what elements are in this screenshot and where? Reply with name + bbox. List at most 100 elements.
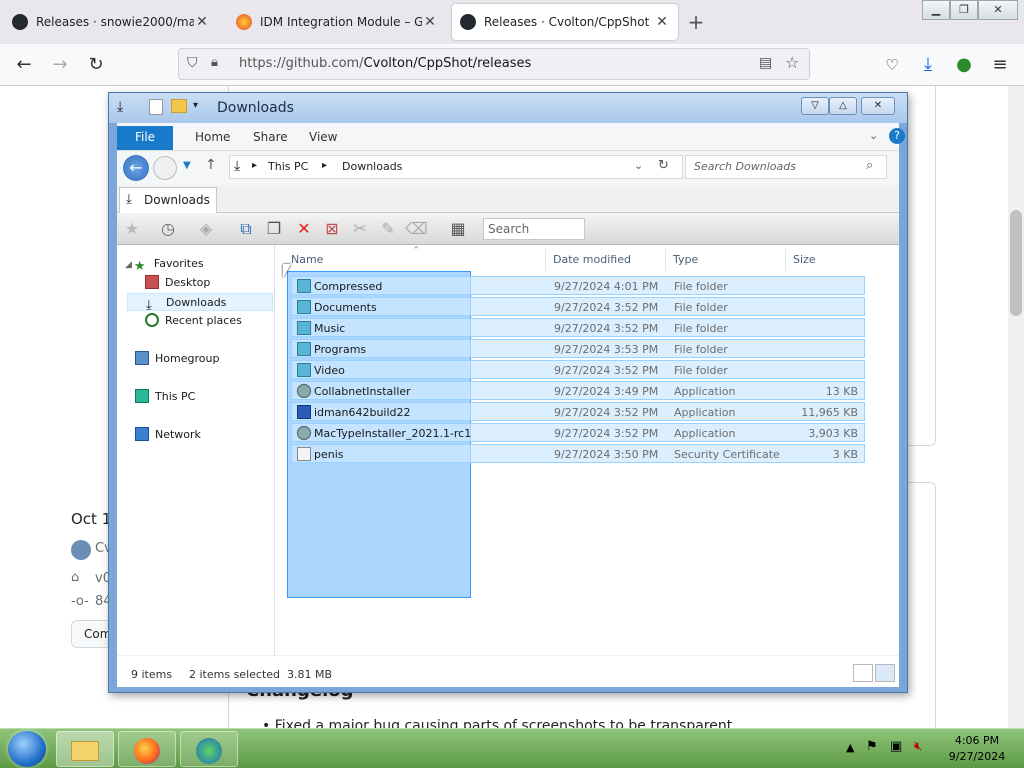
minimize-button[interactable]: ▁ bbox=[922, 0, 950, 20]
close-button[interactable]: ✕ bbox=[861, 97, 895, 115]
address-bar[interactable]: ⤓ ▸ This PC ▸ Downloads ⌄ ↻ bbox=[229, 155, 683, 179]
column-divider[interactable] bbox=[665, 249, 666, 271]
avatar[interactable] bbox=[71, 540, 91, 560]
maximize-button[interactable]: ❐ bbox=[950, 0, 978, 20]
lock-icon[interactable]: 🔒︎ bbox=[211, 55, 218, 70]
network-tray-icon[interactable]: ▣ bbox=[890, 739, 902, 779]
close-button[interactable]: ✕ bbox=[978, 0, 1018, 20]
explorer-title-bar[interactable]: ⤓ ▾ Downloads ▽ △ ✕ bbox=[109, 93, 907, 123]
file-row[interactable]: Documents 9/27/2024 3:52 PM File folder bbox=[291, 297, 865, 316]
search-box[interactable]: Search Downloads ⌕ bbox=[685, 155, 887, 179]
properties-icon[interactable] bbox=[149, 99, 163, 115]
file-row[interactable]: idman642build22 9/27/2024 3:52 PM Applicat… bbox=[291, 402, 865, 421]
volume-muted-icon[interactable]: 🔇︎ bbox=[914, 739, 922, 779]
copy-to-icon[interactable]: ⧉ bbox=[235, 219, 257, 239]
cut-icon[interactable]: ✂ bbox=[349, 219, 371, 239]
star-icon[interactable]: ★ bbox=[121, 219, 143, 239]
delete-permanently-icon[interactable]: ⊠ bbox=[321, 219, 343, 239]
chevron-down-icon[interactable]: ▾ bbox=[193, 100, 198, 111]
clock[interactable]: 4:06 PM 9/27/2024 bbox=[940, 733, 1014, 765]
column-size[interactable]: Size bbox=[793, 253, 816, 266]
chevron-down-icon[interactable]: ⌄ bbox=[869, 129, 878, 142]
toolbar-search-input[interactable]: Search bbox=[483, 218, 585, 240]
back-icon[interactable]: ← bbox=[10, 52, 38, 78]
browser-tab-idm[interactable]: IDM Integration Module – Get this Extens… bbox=[228, 4, 446, 40]
browser-tab-mactype[interactable]: Releases · snowie2000/mactype ✕ bbox=[4, 4, 218, 40]
taskbar-explorer[interactable] bbox=[56, 731, 114, 767]
reader-view-icon[interactable]: ▤ bbox=[759, 55, 772, 71]
details-view-icon[interactable] bbox=[853, 664, 873, 682]
download-icon[interactable]: ⤓ bbox=[914, 52, 942, 78]
nav-network[interactable]: Network bbox=[135, 426, 273, 444]
forward-icon[interactable] bbox=[153, 156, 177, 180]
close-tab-icon[interactable]: ✕ bbox=[654, 14, 670, 30]
new-folder-icon[interactable] bbox=[171, 99, 187, 113]
view-options-icon[interactable]: ▦ bbox=[447, 219, 469, 239]
tab-share[interactable]: Share bbox=[245, 126, 296, 150]
breadcrumb-this-pc[interactable]: This PC bbox=[268, 160, 308, 173]
file-row[interactable]: CollabnetInstaller 9/27/2024 3:49 PM Appli… bbox=[291, 381, 865, 400]
start-button[interactable] bbox=[8, 731, 46, 767]
column-name[interactable]: Name bbox=[291, 253, 323, 266]
expand-icon[interactable]: ◢ bbox=[125, 260, 132, 270]
breadcrumb-downloads[interactable]: Downloads bbox=[342, 160, 402, 173]
back-icon[interactable]: ← bbox=[123, 155, 149, 181]
share-icon[interactable]: ◈ bbox=[195, 219, 217, 239]
taskbar-firefox[interactable] bbox=[118, 731, 176, 767]
extension-icon[interactable]: ● bbox=[950, 52, 978, 78]
large-icons-view-icon[interactable] bbox=[875, 664, 895, 682]
column-type[interactable]: Type bbox=[673, 253, 698, 266]
file-row[interactable]: Compressed 9/27/2024 4:01 PM File folder bbox=[291, 276, 865, 295]
help-icon[interactable]: ? bbox=[889, 128, 905, 144]
column-date-modified[interactable]: Date modified bbox=[553, 253, 631, 266]
page-scrollbar[interactable] bbox=[1008, 86, 1024, 728]
chevron-right-icon[interactable]: ▸ bbox=[252, 160, 257, 171]
location-tab-downloads[interactable]: ⤓ Downloads bbox=[119, 187, 217, 213]
menu-icon[interactable]: ≡ bbox=[986, 52, 1014, 78]
column-divider[interactable] bbox=[545, 249, 546, 271]
browser-tab-cppshot[interactable]: Releases · Cvolton/CppShot · GitHub ✕ bbox=[452, 4, 678, 40]
column-divider[interactable] bbox=[785, 249, 786, 271]
chevron-down-icon[interactable]: ⌄ bbox=[634, 159, 643, 172]
nav-favorites[interactable]: ◢ ★ Favorites bbox=[125, 255, 273, 274]
show-hidden-icons[interactable]: ▲ bbox=[846, 741, 854, 781]
nav-this-pc[interactable]: This PC bbox=[135, 388, 273, 406]
tab-view[interactable]: View bbox=[301, 126, 345, 150]
chevron-right-icon[interactable]: ▸ bbox=[322, 160, 327, 171]
file-row[interactable]: Programs 9/27/2024 3:53 PM File folder bbox=[291, 339, 865, 358]
bookmark-star-icon[interactable]: ☆ bbox=[785, 53, 799, 72]
tab-home[interactable]: Home bbox=[187, 126, 238, 150]
reload-icon[interactable]: ↻ bbox=[82, 52, 110, 78]
nav-recent-places[interactable]: Recent places bbox=[145, 312, 273, 330]
file-row[interactable]: Video 9/27/2024 3:52 PM File folder bbox=[291, 360, 865, 379]
search-icon[interactable]: ⌕ bbox=[866, 158, 873, 173]
action-center-icon[interactable]: ⚑ bbox=[866, 739, 878, 779]
rename-icon[interactable]: ✎ bbox=[377, 219, 399, 239]
maximize-button[interactable]: △ bbox=[829, 97, 857, 115]
nav-homegroup[interactable]: Homegroup bbox=[135, 350, 273, 368]
clear-icon[interactable]: ⌫ bbox=[405, 219, 428, 239]
url-bar[interactable]: ⛉ 🔒︎ https://github.com/Cvolton/CppShot/… bbox=[178, 48, 810, 80]
delete-icon[interactable]: ✕ bbox=[293, 219, 315, 239]
history-icon[interactable]: ◷ bbox=[157, 219, 179, 239]
file-row[interactable]: Music 9/27/2024 3:52 PM File folder bbox=[291, 318, 865, 337]
pocket-icon[interactable]: ♡ bbox=[878, 52, 906, 78]
tab-file[interactable]: File bbox=[117, 126, 173, 150]
file-type: File folder bbox=[674, 322, 728, 335]
new-tab-button[interactable]: + bbox=[684, 8, 708, 36]
file-row[interactable]: penis 9/27/2024 3:50 PM Security Certifica… bbox=[291, 444, 865, 463]
recent-locations-icon[interactable]: ▼ bbox=[183, 160, 191, 171]
close-tab-icon[interactable]: ✕ bbox=[194, 14, 210, 30]
shield-icon[interactable]: ⛉ bbox=[187, 55, 198, 71]
nav-desktop[interactable]: Desktop bbox=[145, 274, 273, 292]
scrollbar-thumb[interactable] bbox=[1010, 210, 1022, 316]
close-tab-icon[interactable]: ✕ bbox=[422, 14, 438, 30]
nav-downloads[interactable]: ⤓ Downloads bbox=[127, 293, 273, 313]
taskbar-idm[interactable] bbox=[180, 731, 238, 767]
up-icon[interactable]: ↑ bbox=[205, 157, 217, 173]
forward-icon[interactable]: → bbox=[46, 52, 74, 78]
file-row[interactable]: MacTypeInstaller_2021.1-rc1 9/27/2024 3:5… bbox=[291, 423, 865, 442]
minimize-button[interactable]: ▽ bbox=[801, 97, 829, 115]
move-to-icon[interactable]: ❐ bbox=[263, 219, 285, 239]
refresh-icon[interactable]: ↻ bbox=[658, 158, 669, 173]
